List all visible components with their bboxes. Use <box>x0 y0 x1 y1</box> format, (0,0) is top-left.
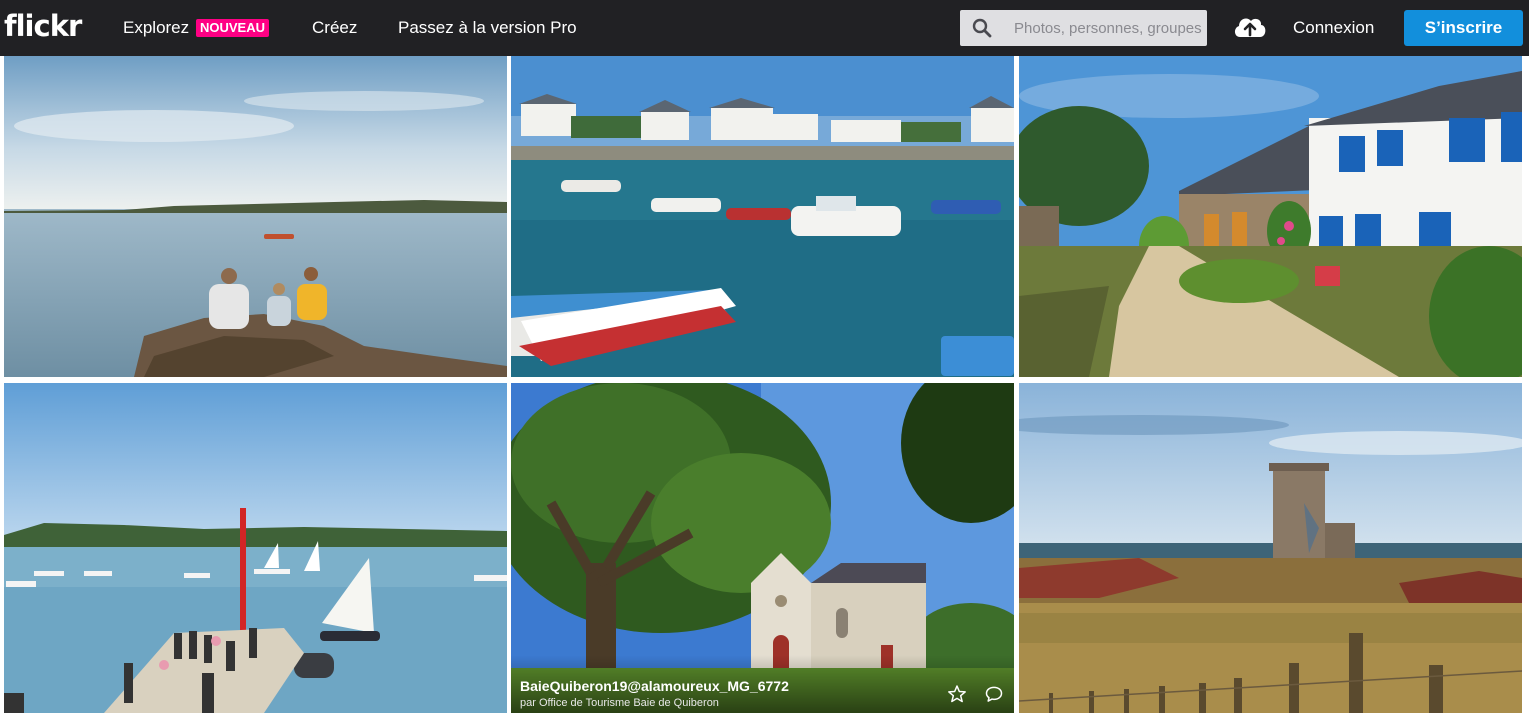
search-input[interactable] <box>1008 10 1206 46</box>
search-box <box>960 10 1207 46</box>
flickr-logo[interactable]: flickr <box>4 8 82 44</box>
star-icon[interactable] <box>947 684 967 709</box>
top-navigation-bar: flickr Explorez NOUVEAU Créez Passez à l… <box>0 0 1529 56</box>
photo-author[interactable]: par Office de Tourisme Baie de Quiberon <box>520 697 719 709</box>
photo-image <box>4 383 507 713</box>
nav-create[interactable]: Créez <box>312 17 357 39</box>
photo-image <box>1019 56 1522 377</box>
photo-image <box>4 56 507 377</box>
search-icon[interactable] <box>972 18 992 43</box>
photo-tile[interactable] <box>1019 56 1522 377</box>
nav-go-pro[interactable]: Passez à la version Pro <box>398 17 577 39</box>
photo-tile[interactable] <box>4 383 507 713</box>
new-badge: NOUVEAU <box>196 19 270 37</box>
signup-button[interactable]: S’inscrire <box>1404 10 1523 46</box>
photo-tile[interactable] <box>511 56 1014 377</box>
photo-tile[interactable]: BaieQuiberon19@alamoureux_MG_6772 par Of… <box>511 383 1014 713</box>
photo-tile[interactable] <box>1019 383 1522 713</box>
photo-image <box>1019 383 1522 713</box>
photo-title[interactable]: BaieQuiberon19@alamoureux_MG_6772 <box>520 678 789 694</box>
comment-icon[interactable] <box>984 684 1004 709</box>
nav-explore[interactable]: Explorez <box>123 17 189 39</box>
login-link[interactable]: Connexion <box>1293 17 1374 39</box>
photo-image <box>511 56 1014 377</box>
cloud-upload-icon[interactable] <box>1232 13 1268 46</box>
photo-tile[interactable] <box>4 56 507 377</box>
